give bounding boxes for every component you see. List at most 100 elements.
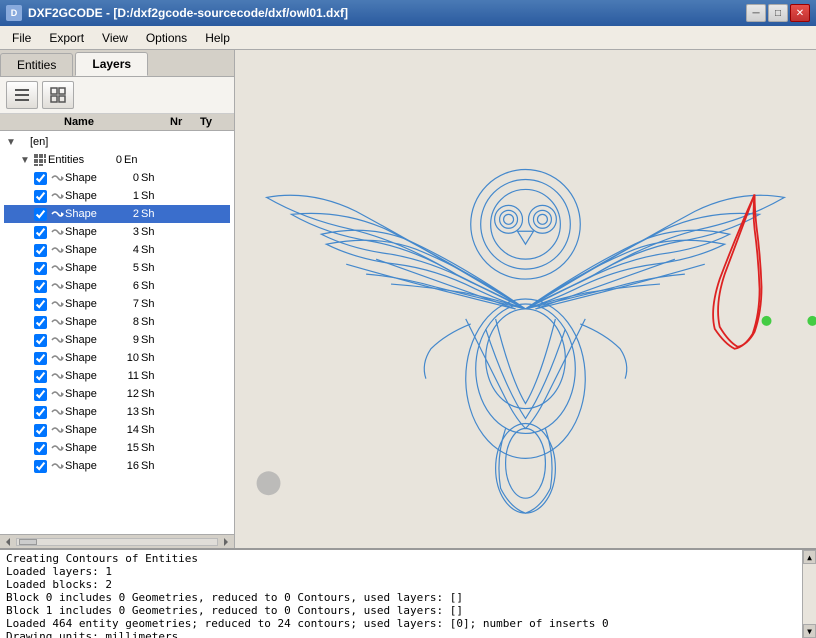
start-point-1: [762, 316, 772, 326]
shape-nr-10: 10: [117, 352, 139, 364]
title-bar-text: DXF2GCODE - [D:/dxf2gcode-sourcecode/dxf…: [28, 6, 348, 20]
shape-checkbox-6[interactable]: [34, 280, 47, 293]
shape-row-1[interactable]: Shape1Sh: [4, 187, 230, 205]
tab-entities[interactable]: Entities: [0, 53, 73, 76]
shape-label-16: Shape: [65, 460, 117, 472]
status-line-1: Loaded layers: 1: [6, 565, 810, 578]
shape-checkbox-0[interactable]: [34, 172, 47, 185]
scroll-up-arrow[interactable]: ▲: [803, 550, 816, 564]
maximize-button[interactable]: □: [768, 4, 788, 22]
shape-ty-5: Sh: [141, 262, 167, 274]
shape-list: Shape0ShShape1ShShape2ShShape3ShShape4Sh…: [4, 169, 230, 475]
shape-label-14: Shape: [65, 424, 117, 436]
shape-row-14[interactable]: Shape14Sh: [4, 421, 230, 439]
minimize-button[interactable]: ─: [746, 4, 766, 22]
shape-icon-9: [49, 332, 65, 348]
menu-bar: File Export View Options Help: [0, 26, 816, 50]
menu-options[interactable]: Options: [138, 29, 195, 47]
shape-nr-0: 0: [117, 172, 139, 184]
status-line-6: Drawing units: millimeters: [6, 630, 810, 638]
shape-checkbox-10[interactable]: [34, 352, 47, 365]
shape-row-8[interactable]: Shape8Sh: [4, 313, 230, 331]
shape-label-10: Shape: [65, 352, 117, 364]
shape-checkbox-5[interactable]: [34, 262, 47, 275]
shape-row-16[interactable]: Shape16Sh: [4, 457, 230, 475]
shape-row-0[interactable]: Shape0Sh: [4, 169, 230, 187]
shape-ty-14: Sh: [141, 424, 167, 436]
tab-bar: Entities Layers: [0, 50, 234, 77]
close-button[interactable]: ✕: [790, 4, 810, 22]
shape-row-13[interactable]: Shape13Sh: [4, 403, 230, 421]
shape-nr-16: 16: [117, 460, 139, 472]
shape-nr-9: 9: [117, 334, 139, 346]
menu-export[interactable]: Export: [41, 29, 92, 47]
shape-row-10[interactable]: Shape10Sh: [4, 349, 230, 367]
shape-checkbox-11[interactable]: [34, 370, 47, 383]
collapse-all-button[interactable]: [6, 81, 38, 109]
menu-file[interactable]: File: [4, 29, 39, 47]
root-label: [en]: [30, 136, 48, 148]
shape-checkbox-3[interactable]: [34, 226, 47, 239]
shape-label-11: Shape: [65, 370, 117, 382]
shape-ty-11: Sh: [141, 370, 167, 382]
shape-nr-4: 4: [117, 244, 139, 256]
shape-icon-11: [49, 368, 65, 384]
shape-ty-6: Sh: [141, 280, 167, 292]
status-bar: Creating Contours of EntitiesLoaded laye…: [0, 548, 816, 638]
shape-row-11[interactable]: Shape11Sh: [4, 367, 230, 385]
expand-arrow-icon[interactable]: ▼: [6, 137, 18, 148]
shape-label-1: Shape: [65, 190, 117, 202]
scroll-right-icon[interactable]: [220, 536, 232, 548]
shape-icon-0: [49, 170, 65, 186]
shape-checkbox-15[interactable]: [34, 442, 47, 455]
shape-row-6[interactable]: Shape6Sh: [4, 277, 230, 295]
shape-ty-16: Sh: [141, 460, 167, 472]
canvas-area: [235, 50, 816, 548]
tree-root-row: ▼ [en] ▼: [0, 131, 234, 477]
shape-ty-7: Sh: [141, 298, 167, 310]
shape-checkbox-14[interactable]: [34, 424, 47, 437]
shape-row-15[interactable]: Shape15Sh: [4, 439, 230, 457]
shape-nr-13: 13: [117, 406, 139, 418]
shape-row-3[interactable]: Shape3Sh: [4, 223, 230, 241]
shape-label-7: Shape: [65, 298, 117, 310]
menu-help[interactable]: Help: [197, 29, 238, 47]
shape-row-12[interactable]: Shape12Sh: [4, 385, 230, 403]
shape-label-3: Shape: [65, 226, 117, 238]
collapse-icon: [13, 86, 31, 104]
shape-checkbox-8[interactable]: [34, 316, 47, 329]
shape-checkbox-13[interactable]: [34, 406, 47, 419]
tab-layers[interactable]: Layers: [75, 52, 148, 76]
entities-label: Entities: [48, 154, 100, 166]
shape-checkbox-2[interactable]: [34, 208, 47, 221]
expand-all-button[interactable]: [42, 81, 74, 109]
shape-checkbox-1[interactable]: [34, 190, 47, 203]
shape-checkbox-12[interactable]: [34, 388, 47, 401]
shape-nr-7: 7: [117, 298, 139, 310]
shape-label-4: Shape: [65, 244, 117, 256]
shape-ty-13: Sh: [141, 406, 167, 418]
scroll-down-arrow[interactable]: ▼: [803, 624, 816, 638]
shape-ty-0: Sh: [141, 172, 167, 184]
start-point-2: [807, 316, 816, 326]
horizontal-scrollbar[interactable]: [0, 534, 234, 548]
col-header-name: Name: [64, 116, 170, 128]
entities-row[interactable]: ▼ Entities 0: [4, 151, 230, 169]
shape-checkbox-7[interactable]: [34, 298, 47, 311]
shape-checkbox-4[interactable]: [34, 244, 47, 257]
tree-container[interactable]: ▼ [en] ▼: [0, 131, 234, 534]
shape-ty-8: Sh: [141, 316, 167, 328]
status-scrollbar[interactable]: ▲ ▼: [802, 550, 816, 638]
shape-row-5[interactable]: Shape5Sh: [4, 259, 230, 277]
shape-row-2[interactable]: Shape2Sh: [4, 205, 230, 223]
shape-row-4[interactable]: Shape4Sh: [4, 241, 230, 259]
shape-checkbox-16[interactable]: [34, 460, 47, 473]
shape-row-7[interactable]: Shape7Sh: [4, 295, 230, 313]
shape-icon-4: [49, 242, 65, 258]
menu-view[interactable]: View: [94, 29, 136, 47]
entities-expand-icon[interactable]: ▼: [20, 155, 32, 166]
shape-checkbox-9[interactable]: [34, 334, 47, 347]
shape-nr-14: 14: [117, 424, 139, 436]
scroll-left-icon[interactable]: [2, 536, 14, 548]
shape-row-9[interactable]: Shape9Sh: [4, 331, 230, 349]
